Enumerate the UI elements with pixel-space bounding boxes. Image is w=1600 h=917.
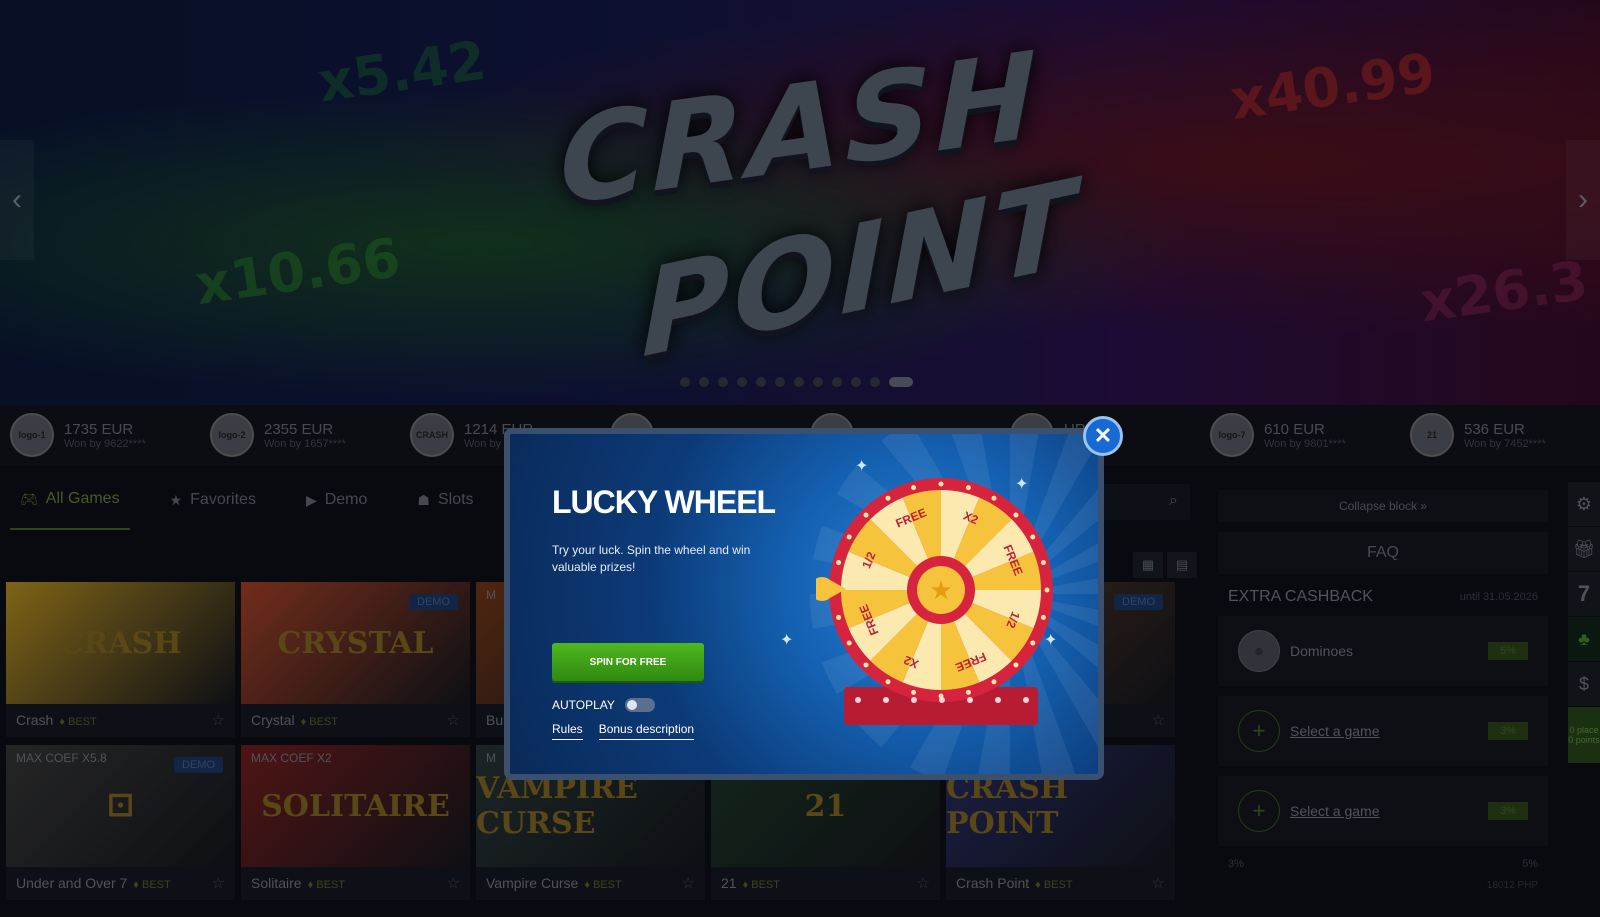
wheel-bulb [965, 689, 971, 695]
close-icon[interactable]: ✕ [1083, 416, 1123, 456]
wheel-bulb [836, 614, 842, 620]
autoplay-label: AUTOPLAY [552, 698, 615, 712]
wheel-bulb [1030, 534, 1036, 540]
sparkle-icon: ✦ [780, 632, 794, 649]
base-bulb [1023, 697, 1029, 703]
wheel-bulb [1040, 560, 1046, 566]
star-icon: ★ [929, 575, 952, 605]
autoplay-toggle[interactable] [624, 698, 655, 712]
wheel-bulb [1040, 614, 1046, 620]
rules-link[interactable]: Rules [552, 722, 583, 740]
base-bulb [883, 697, 889, 703]
wheel-bulb [1013, 512, 1019, 518]
wheel-bulb [911, 485, 917, 491]
wheel-bulb [885, 679, 891, 685]
autoplay-row: AUTOPLAY [552, 698, 655, 712]
prize-wheel[interactable]: X2FREE1/2FREEX2FREE1/2FREE★ [816, 472, 1066, 732]
modal-links: Rules Bonus description [552, 722, 695, 740]
wheel-bulb [991, 495, 997, 501]
wheel-bulb [911, 689, 917, 695]
wheel-bulb [991, 679, 997, 685]
bonus-description-link[interactable]: Bonus description [598, 722, 695, 740]
spin-for-free-button[interactable]: SPIN FOR FREE [552, 643, 704, 681]
modal-title: LUCKY WHEEL [552, 484, 776, 520]
wheel-bulb [846, 640, 852, 646]
wheel-bulb [846, 534, 852, 540]
wheel-bulb [938, 481, 944, 487]
base-bulb [995, 697, 1001, 703]
wheel-bulb [1044, 587, 1050, 593]
base-bulb [939, 697, 945, 703]
wheel-bulb [885, 495, 891, 501]
wheel-bulb [1030, 640, 1036, 646]
base-bulb [967, 697, 973, 703]
wheel-bulb [836, 560, 842, 566]
wheel-bulb [863, 662, 869, 668]
wheel-bulb [965, 485, 971, 491]
lucky-wheel-modal: LUCKY WHEEL Try your luck. Spin the whee… [504, 428, 1104, 780]
modal-description: Try your luck. Spin the wheel and win va… [552, 543, 751, 574]
wheel-bulb [1013, 662, 1019, 668]
base-bulb [855, 697, 861, 703]
wheel-bulb [863, 512, 869, 518]
base-bulb [911, 697, 917, 703]
